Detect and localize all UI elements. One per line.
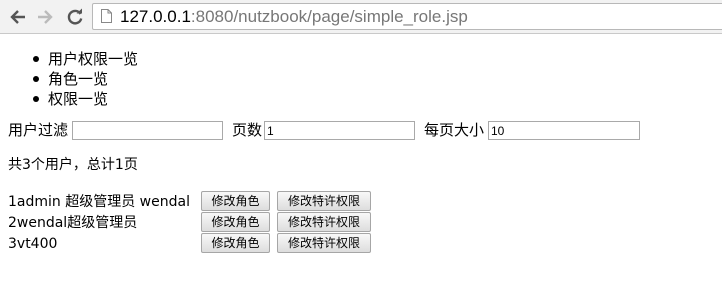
forward-arrow-icon xyxy=(38,10,53,24)
edit-role-button[interactable]: 修改角色 xyxy=(201,191,270,211)
url-path: :8080/nutzbook/page/simple_role.jsp xyxy=(190,7,468,26)
page-number-label: 页数 xyxy=(232,121,263,139)
nav-item-user-permissions[interactable]: 用户权限一览 xyxy=(0,49,138,69)
filter-form: 用户过滤 页数 每页大小 xyxy=(8,119,708,141)
nav-item-roles[interactable]: 角色一览 xyxy=(0,69,138,89)
user-count-summary: 共3个用户，总计1页 xyxy=(8,157,138,173)
user-info: 1admin 超级管理员 wendal xyxy=(8,194,190,210)
url-text: 127.0.0.1:8080/nutzbook/page/simple_role… xyxy=(120,7,468,27)
back-arrow-icon xyxy=(10,10,25,24)
edit-permission-button[interactable]: 修改特许权限 xyxy=(277,233,371,253)
reload-icon xyxy=(67,8,83,25)
page-content: 用户权限一览 角色一览 权限一览 用户过滤 页数 每页大小 共3个用户，总计1页… xyxy=(0,34,722,297)
nav-list: 用户权限一览 角色一览 权限一览 xyxy=(0,49,138,109)
forward-button[interactable] xyxy=(33,5,57,29)
url-host: 127.0.0.1 xyxy=(120,7,191,26)
nav-item-permissions[interactable]: 权限一览 xyxy=(0,89,138,109)
edit-permission-button[interactable]: 修改特许权限 xyxy=(277,212,371,232)
user-row: 2wendal超级管理员 修改角色 修改特许权限 xyxy=(8,212,408,233)
nav-item-label: 权限一览 xyxy=(48,90,109,108)
user-info: 2wendal超级管理员 xyxy=(8,215,138,231)
user-info: 3vt400 xyxy=(8,236,58,252)
page-size-label: 每页大小 xyxy=(424,121,485,139)
browser-toolbar: 127.0.0.1:8080/nutzbook/page/simple_role… xyxy=(0,0,722,34)
user-filter-input[interactable] xyxy=(72,121,223,140)
edit-role-button[interactable]: 修改角色 xyxy=(201,212,270,232)
edit-permission-button[interactable]: 修改特许权限 xyxy=(277,191,371,211)
user-filter-label: 用户过滤 xyxy=(8,121,69,139)
address-bar[interactable]: 127.0.0.1:8080/nutzbook/page/simple_role… xyxy=(92,3,722,30)
page-size-input[interactable] xyxy=(488,121,640,140)
page-icon xyxy=(101,9,112,23)
back-button[interactable] xyxy=(6,5,30,29)
nav-item-label: 用户权限一览 xyxy=(48,50,139,68)
user-row: 3vt400 修改角色 修改特许权限 xyxy=(8,233,408,254)
page-number-input[interactable] xyxy=(264,121,415,140)
reload-button[interactable] xyxy=(63,5,87,29)
nav-item-label: 角色一览 xyxy=(48,70,109,88)
user-row: 1admin 超级管理员 wendal 修改角色 修改特许权限 xyxy=(8,191,408,212)
edit-role-button[interactable]: 修改角色 xyxy=(201,233,270,253)
